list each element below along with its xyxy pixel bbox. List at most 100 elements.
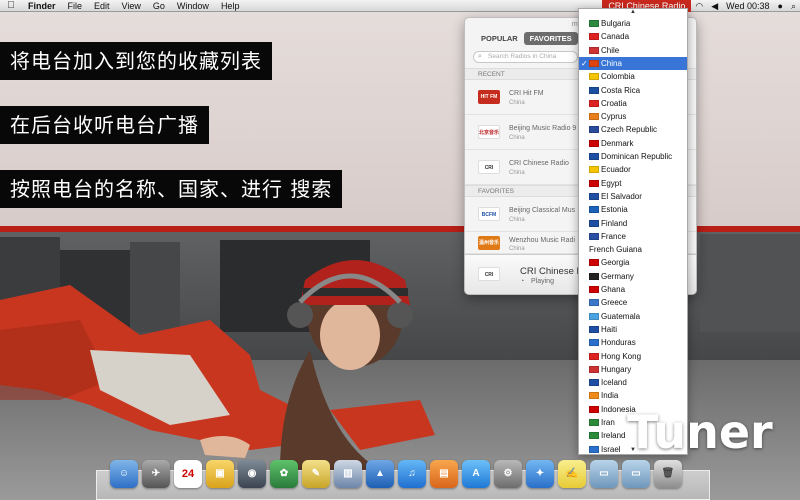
user-icon[interactable]: ●: [774, 1, 787, 11]
clock[interactable]: Wed 00:38: [722, 1, 773, 11]
player-status: Playing: [531, 278, 554, 285]
country-option-label: Iceland: [601, 378, 627, 388]
country-option[interactable]: Honduras: [579, 336, 687, 349]
stickies-icon[interactable]: ✍: [558, 460, 586, 488]
launchpad-icon[interactable]: ✈: [142, 460, 170, 488]
numbers-icon[interactable]: ▥: [334, 460, 362, 488]
country-option-label: El Salvador: [601, 191, 642, 201]
country-option[interactable]: Greece: [579, 296, 687, 309]
country-option[interactable]: India: [579, 389, 687, 402]
iphoto-icon[interactable]: ✿: [270, 460, 298, 488]
flag-icon: [589, 232, 599, 240]
flag-icon: [589, 392, 599, 400]
menu-file[interactable]: File: [62, 1, 89, 11]
person-with-headphones: [0, 260, 435, 470]
menu-window[interactable]: Window: [171, 1, 215, 11]
country-option-label: Georgia: [601, 258, 630, 268]
ibooks-icon[interactable]: ▤: [430, 460, 458, 488]
documents-folder-icon[interactable]: ▭: [622, 460, 650, 488]
country-option[interactable]: Dominican Republic: [579, 150, 687, 163]
country-option[interactable]: French Guiana: [579, 243, 687, 256]
country-option[interactable]: Germany: [579, 270, 687, 283]
tab-favorites[interactable]: FAVORITES: [523, 32, 578, 45]
country-option[interactable]: Iceland: [579, 376, 687, 389]
flag-icon: [589, 286, 599, 293]
country-option[interactable]: Georgia: [579, 256, 687, 269]
country-option-label: Haiti: [601, 324, 618, 334]
player-station-name: CRI Chinese R: [520, 266, 584, 277]
pages-icon[interactable]: ✎: [302, 460, 330, 488]
search-input[interactable]: ⌕ Search Radios in China: [473, 51, 578, 63]
airport-icon[interactable]: ◠: [691, 1, 707, 12]
country-option[interactable]: Estonia: [579, 203, 687, 216]
flag-icon: [589, 86, 599, 94]
country-option-label: Germany: [601, 271, 634, 281]
calendar-icon[interactable]: 24: [174, 460, 202, 488]
country-option[interactable]: Denmark: [579, 137, 687, 150]
country-option[interactable]: Chile: [579, 44, 687, 57]
apple-menu-icon[interactable]: : [0, 0, 22, 11]
station-country: China: [509, 217, 525, 223]
country-option[interactable]: Finland: [579, 217, 687, 230]
flag-icon: [589, 299, 599, 307]
country-option[interactable]: Haiti: [579, 323, 687, 336]
flag-icon: [589, 432, 599, 440]
flag-icon: [589, 59, 599, 67]
menu-finder[interactable]: Finder: [22, 1, 62, 11]
itunes-icon[interactable]: ♫: [398, 460, 426, 488]
applications-folder-icon[interactable]: ▭: [590, 460, 618, 488]
country-option-label: Canada: [601, 32, 630, 42]
menu-go[interactable]: Go: [147, 1, 171, 11]
country-option[interactable]: ✓ China: [579, 56, 687, 70]
country-option[interactable]: Ghana: [579, 283, 687, 296]
station-country: China: [509, 135, 525, 141]
country-option[interactable]: Bulgaria: [579, 17, 687, 30]
station-logo: CRI: [478, 160, 500, 174]
trash-icon[interactable]: 🗑: [654, 460, 682, 488]
country-option[interactable]: Ecuador: [579, 163, 687, 176]
safari-icon[interactable]: ✦: [526, 460, 554, 488]
volume-icon[interactable]: ◀: [707, 1, 722, 12]
menu-help[interactable]: Help: [215, 1, 246, 11]
station-country: China: [509, 246, 525, 252]
tab-control: POPULAR FAVORITES: [475, 32, 578, 45]
scroll-up-arrow-icon[interactable]: ▲: [579, 9, 687, 15]
dock-icons: ☺ ✈ 24 ▣ ◉ ✿ ✎ ▥ ▲ ♫ ▤ A ⚙ ✦ ✍ ▭ ▭ 🗑: [110, 460, 710, 492]
facetime-icon[interactable]: ◉: [238, 460, 266, 488]
country-option-label: China: [601, 58, 622, 68]
flag-icon: [589, 153, 599, 160]
country-option-label: Egypt: [601, 178, 622, 188]
menu-edit[interactable]: Edit: [88, 1, 116, 11]
country-option[interactable]: Costa Rica: [579, 84, 687, 97]
country-option[interactable]: Czech Republic: [579, 123, 687, 136]
country-option[interactable]: Croatia: [579, 97, 687, 110]
country-option-label: Finland: [601, 218, 628, 228]
country-option[interactable]: Guatemala: [579, 310, 687, 323]
preview-icon[interactable]: ▣: [206, 460, 234, 488]
country-option[interactable]: Colombia: [579, 70, 687, 83]
menu-view[interactable]: View: [116, 1, 147, 11]
player-logo: CRI: [478, 267, 500, 281]
country-option[interactable]: Canada: [579, 30, 687, 43]
country-option[interactable]: Hong Kong: [579, 350, 687, 363]
spotlight-icon[interactable]: ⌕: [787, 1, 800, 12]
tab-popular[interactable]: POPULAR: [475, 32, 524, 45]
country-option-label: France: [601, 231, 626, 241]
search-icon: ⌕: [478, 53, 482, 60]
country-option[interactable]: Hungary: [579, 363, 687, 376]
flag-icon: [589, 339, 599, 347]
system-preferences-icon[interactable]: ⚙: [494, 460, 522, 488]
flag-icon: [589, 272, 599, 280]
keynote-icon[interactable]: ▲: [366, 460, 394, 488]
country-option[interactable]: El Salvador: [579, 190, 687, 203]
finder-icon[interactable]: ☺: [110, 460, 138, 488]
flag-icon: [589, 405, 599, 413]
country-option-label: Chile: [601, 45, 620, 55]
country-dropdown[interactable]: ▲ Bulgaria Canada Chile ✓ China Colombia Costa…: [578, 8, 688, 455]
country-option[interactable]: Egypt: [579, 177, 687, 190]
app-store-icon[interactable]: A: [462, 460, 490, 488]
country-option[interactable]: France: [579, 230, 687, 243]
country-option[interactable]: Cyprus: [579, 110, 687, 123]
flag-icon: [589, 179, 599, 187]
country-option-label: Cyprus: [601, 112, 627, 122]
